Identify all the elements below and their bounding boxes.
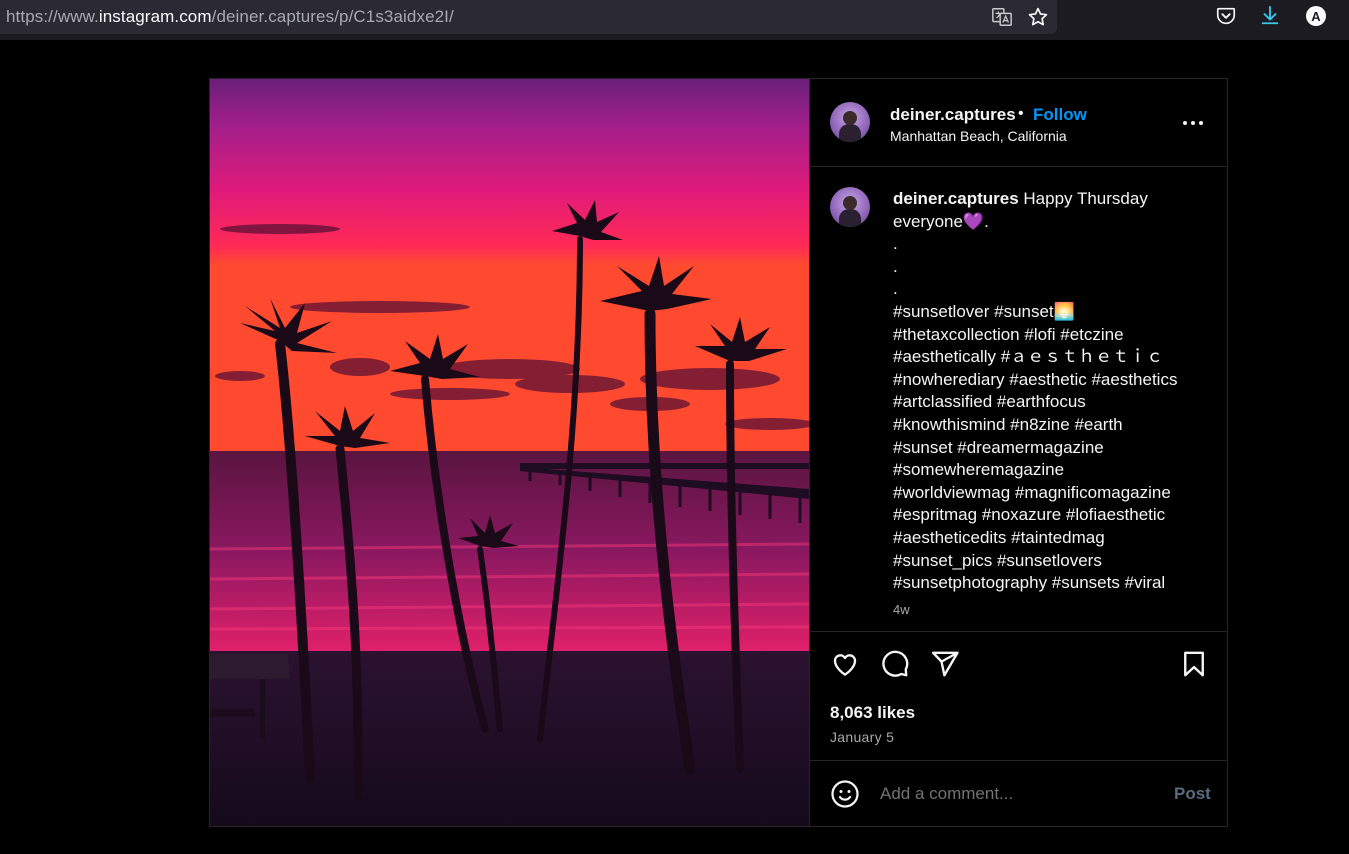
like-heart-icon[interactable] bbox=[829, 648, 861, 680]
share-icon[interactable] bbox=[929, 648, 961, 680]
caption-area: deiner.captures Happy Thursday everyone💜… bbox=[810, 168, 1228, 630]
follow-button[interactable]: Follow bbox=[1033, 105, 1087, 125]
url-host: instagram.com bbox=[98, 7, 212, 26]
post-header: deiner.captures • Follow Manhattan Beach… bbox=[810, 79, 1228, 167]
url-path: /deiner.captures/p/C1s3aidxe2I/ bbox=[211, 7, 454, 26]
more-options-icon[interactable] bbox=[1181, 111, 1205, 135]
address-bar[interactable]: https://www.instagram.com/deiner.capture… bbox=[0, 0, 1057, 34]
url-prefix: https://www. bbox=[6, 7, 99, 26]
caption-avatar[interactable] bbox=[830, 187, 870, 227]
account-icon[interactable]: A bbox=[1303, 3, 1329, 29]
post-comment-button[interactable]: Post bbox=[1174, 784, 1211, 804]
download-icon[interactable] bbox=[1257, 2, 1283, 28]
post-card: deiner.captures • Follow Manhattan Beach… bbox=[209, 78, 1228, 827]
header-username[interactable]: deiner.captures bbox=[890, 105, 1016, 125]
location-link[interactable]: Manhattan Beach, California bbox=[890, 128, 1067, 144]
comment-bar: Post bbox=[810, 762, 1228, 826]
pocket-icon[interactable] bbox=[1213, 3, 1239, 29]
browser-toolbar: https://www.instagram.com/deiner.capture… bbox=[0, 0, 1349, 40]
comment-input[interactable] bbox=[880, 782, 1160, 806]
post-image[interactable] bbox=[210, 79, 809, 826]
avatar[interactable] bbox=[830, 102, 870, 142]
likes-count[interactable]: 8,063 likes bbox=[830, 703, 915, 723]
account-initial: A bbox=[1306, 6, 1326, 26]
separator-dot: • bbox=[1018, 105, 1024, 122]
save-bookmark-icon[interactable] bbox=[1178, 648, 1210, 680]
caption-timestamp: 4w bbox=[893, 602, 910, 617]
bookmark-star-icon[interactable] bbox=[1025, 4, 1051, 30]
sunset-photo bbox=[210, 79, 809, 826]
comment-icon[interactable] bbox=[879, 648, 911, 680]
caption-body: Happy Thursday everyone💜. . . . #sunsetl… bbox=[893, 189, 1178, 593]
url-text[interactable]: https://www.instagram.com/deiner.capture… bbox=[6, 7, 454, 27]
post-side-panel: deiner.captures • Follow Manhattan Beach… bbox=[809, 79, 1228, 826]
caption-username[interactable]: deiner.captures bbox=[893, 189, 1019, 208]
post-date: January 5 bbox=[830, 729, 895, 745]
emoji-icon[interactable] bbox=[829, 778, 861, 810]
caption-text: deiner.captures Happy Thursday everyone💜… bbox=[893, 188, 1213, 595]
post-actions: 8,063 likes January 5 bbox=[810, 631, 1228, 761]
translate-icon[interactable] bbox=[989, 4, 1015, 30]
